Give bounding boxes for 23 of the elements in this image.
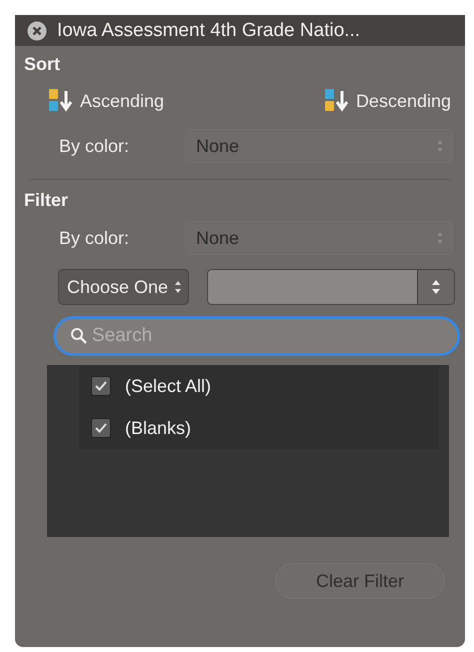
sort-ascending-button[interactable]: Ascending [46,87,164,115]
checkmark-icon [94,422,108,434]
item-label: (Select All) [125,376,212,396]
checkmark-icon [94,380,108,392]
stepper-icon[interactable] [431,278,441,296]
item-label: (Blanks) [125,418,192,438]
close-icon[interactable] [27,20,47,40]
by-color-label: By color: [59,136,130,156]
stepper-icon [436,138,444,154]
condition-popup[interactable]: Choose One [58,269,190,305]
list-item[interactable]: (Blanks) [79,407,439,449]
list-item[interactable]: (Select All) [79,365,439,407]
window-title: Iowa Assessment 4th Grade Natio... [57,20,360,42]
section-heading: Sort [23,54,61,75]
stepper-icon [436,230,444,246]
by-color-label: By color: [59,228,130,248]
value-field[interactable] [207,269,455,305]
sort-descending-button[interactable]: Descending [322,87,451,115]
search-icon [70,327,88,345]
section-heading: Filter [23,190,70,211]
stepper-icon [174,279,182,295]
checkbox[interactable] [91,418,111,438]
checkbox[interactable] [91,376,111,396]
